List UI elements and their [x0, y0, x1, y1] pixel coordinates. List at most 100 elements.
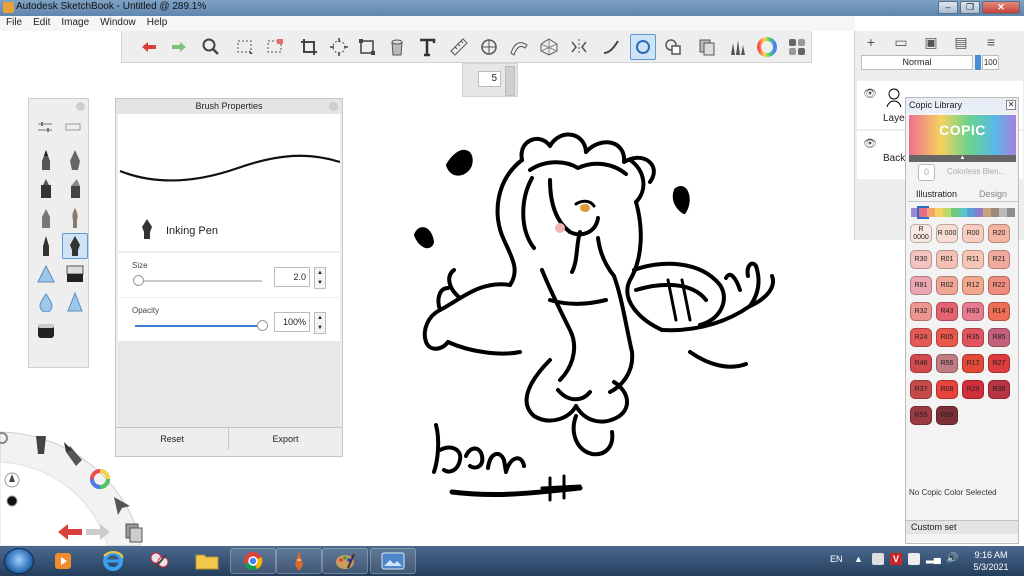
- tab-illustration[interactable]: Illustration: [916, 189, 957, 199]
- eraser-icon[interactable]: [62, 261, 88, 287]
- pencil-icon[interactable]: [33, 147, 59, 173]
- copic-swatch[interactable]: R14: [988, 302, 1010, 321]
- network-signal-icon[interactable]: ▂▄: [926, 553, 941, 564]
- copic-swatch[interactable]: R59: [910, 406, 932, 425]
- close-icon[interactable]: ✕: [1006, 100, 1016, 110]
- zoom-icon[interactable]: [198, 34, 224, 60]
- collapse-chevron-icon[interactable]: ▲: [909, 155, 1016, 162]
- action-center-icon[interactable]: [872, 553, 884, 565]
- fine-pen-icon[interactable]: [33, 233, 59, 259]
- pen-small-icon[interactable]: [4, 472, 20, 488]
- redo-icon[interactable]: [166, 34, 192, 60]
- antivirus-icon[interactable]: V: [890, 553, 902, 565]
- volume-icon[interactable]: 🔊: [946, 553, 958, 564]
- copic-swatch[interactable]: R37: [910, 380, 932, 399]
- felt-pen-icon[interactable]: [33, 205, 59, 231]
- paintbrush-icon[interactable]: [62, 205, 88, 231]
- size-stepper[interactable]: ▲ ▼: [314, 267, 326, 289]
- copy-icon[interactable]: [694, 34, 720, 60]
- close-icon[interactable]: [329, 102, 338, 111]
- color-family-strip[interactable]: [911, 206, 1015, 219]
- paint-tool-icon[interactable]: [136, 548, 182, 574]
- copic-swatch[interactable]: R30: [910, 250, 932, 269]
- airbrush-icon[interactable]: [33, 261, 59, 287]
- stroke-icon[interactable]: [598, 34, 624, 60]
- transform-icon[interactable]: [326, 34, 352, 60]
- blend-mode-select[interactable]: Normal: [861, 55, 973, 70]
- copic-swatch[interactable]: R46: [910, 354, 932, 373]
- rect-select-icon[interactable]: [232, 34, 258, 60]
- brush-size-slider[interactable]: [505, 66, 515, 96]
- visibility-eye-icon[interactable]: 👁: [863, 87, 877, 100]
- start-orb[interactable]: [4, 548, 34, 574]
- fill-bucket-icon[interactable]: [33, 317, 59, 343]
- ballpoint-pen-icon[interactable]: [62, 147, 88, 173]
- copic-swatch[interactable]: R05: [936, 328, 958, 347]
- fill-icon[interactable]: [384, 34, 410, 60]
- layer-opacity-field[interactable]: 100: [982, 55, 999, 70]
- clock[interactable]: 9:16 AM 5/3/2021: [966, 549, 1016, 573]
- brush-settings-icon[interactable]: [37, 121, 53, 133]
- size-value-field[interactable]: 2.0: [274, 267, 310, 287]
- perspective-grid-icon[interactable]: [536, 34, 562, 60]
- water-drop-icon[interactable]: [33, 289, 59, 315]
- text-icon[interactable]: [414, 34, 440, 60]
- image-import-icon[interactable]: ▣: [923, 35, 939, 49]
- add-layer-icon[interactable]: +: [863, 35, 879, 49]
- copic-swatch[interactable]: R12: [962, 276, 984, 295]
- opacity-slider-knob[interactable]: [257, 320, 268, 331]
- brush-library-icon[interactable]: [724, 34, 750, 60]
- opacity-stepper[interactable]: ▲ ▼: [314, 312, 326, 334]
- shape-icon[interactable]: [660, 34, 686, 60]
- canvas-drawing[interactable]: [400, 120, 800, 510]
- copic-swatch[interactable]: R32: [910, 302, 932, 321]
- brush-size-value[interactable]: 5: [478, 71, 501, 87]
- menu-image[interactable]: Image: [55, 16, 94, 28]
- copic-swatch[interactable]: R35: [962, 328, 984, 347]
- copic-swatch[interactable]: R11: [962, 250, 984, 269]
- copic-swatch[interactable]: R27: [988, 354, 1010, 373]
- media-player-icon[interactable]: [40, 548, 86, 574]
- chrome-icon[interactable]: [230, 548, 276, 574]
- copic-swatch[interactable]: R24: [910, 328, 932, 347]
- copic-swatch[interactable]: R02: [936, 276, 958, 295]
- close-button[interactable]: ✕: [982, 1, 1020, 14]
- color-wheel-icon[interactable]: [754, 34, 780, 60]
- menu-window[interactable]: Window: [94, 16, 141, 28]
- layer-properties-icon[interactable]: ▤: [953, 35, 969, 49]
- show-hidden-icons-icon[interactable]: ▲: [854, 554, 863, 564]
- menu-file[interactable]: File: [0, 16, 27, 28]
- inking-pen-icon[interactable]: [62, 233, 88, 259]
- blend-mode-dropdown-arrow[interactable]: [975, 55, 981, 70]
- lasso-select-icon[interactable]: [262, 34, 288, 60]
- maximize-button[interactable]: ❐: [960, 1, 980, 14]
- copic-swatch[interactable]: R29: [962, 380, 984, 399]
- copic-swatch[interactable]: R21: [988, 250, 1010, 269]
- copic-swatch[interactable]: R56: [936, 354, 958, 373]
- copic-swatch[interactable]: R81: [910, 276, 932, 295]
- undo-icon[interactable]: [136, 34, 162, 60]
- ellipse-guide-icon[interactable]: [476, 34, 502, 60]
- sketchbook-icon[interactable]: [276, 548, 322, 574]
- tab-design[interactable]: Design: [979, 189, 1007, 199]
- ruler-icon[interactable]: [446, 34, 472, 60]
- predictive-stroke-icon[interactable]: [630, 34, 656, 60]
- custom-set-section[interactable]: Custom set: [906, 520, 1018, 534]
- copic-swatch[interactable]: R17: [962, 354, 984, 373]
- folder-icon[interactable]: ▭: [893, 35, 909, 49]
- minimize-button[interactable]: –: [938, 1, 958, 14]
- size-slider-track[interactable]: [135, 280, 262, 282]
- dot-size-icon[interactable]: [6, 495, 18, 507]
- copic-swatch[interactable]: R83: [962, 302, 984, 321]
- copic-swatch[interactable]: R 0000: [910, 224, 932, 243]
- menu-edit[interactable]: Edit: [27, 16, 55, 28]
- visibility-eye-icon[interactable]: 👁: [863, 137, 877, 150]
- colorless-blender-chip[interactable]: 0: [918, 164, 935, 181]
- copic-swatch[interactable]: R20: [988, 224, 1010, 243]
- copic-icon[interactable]: [784, 34, 810, 60]
- smear-icon[interactable]: [62, 289, 88, 315]
- photo-viewer-icon[interactable]: [370, 548, 416, 574]
- copic-swatch[interactable]: R01: [936, 250, 958, 269]
- device-icon[interactable]: [908, 553, 920, 565]
- marker-icon[interactable]: [33, 175, 59, 201]
